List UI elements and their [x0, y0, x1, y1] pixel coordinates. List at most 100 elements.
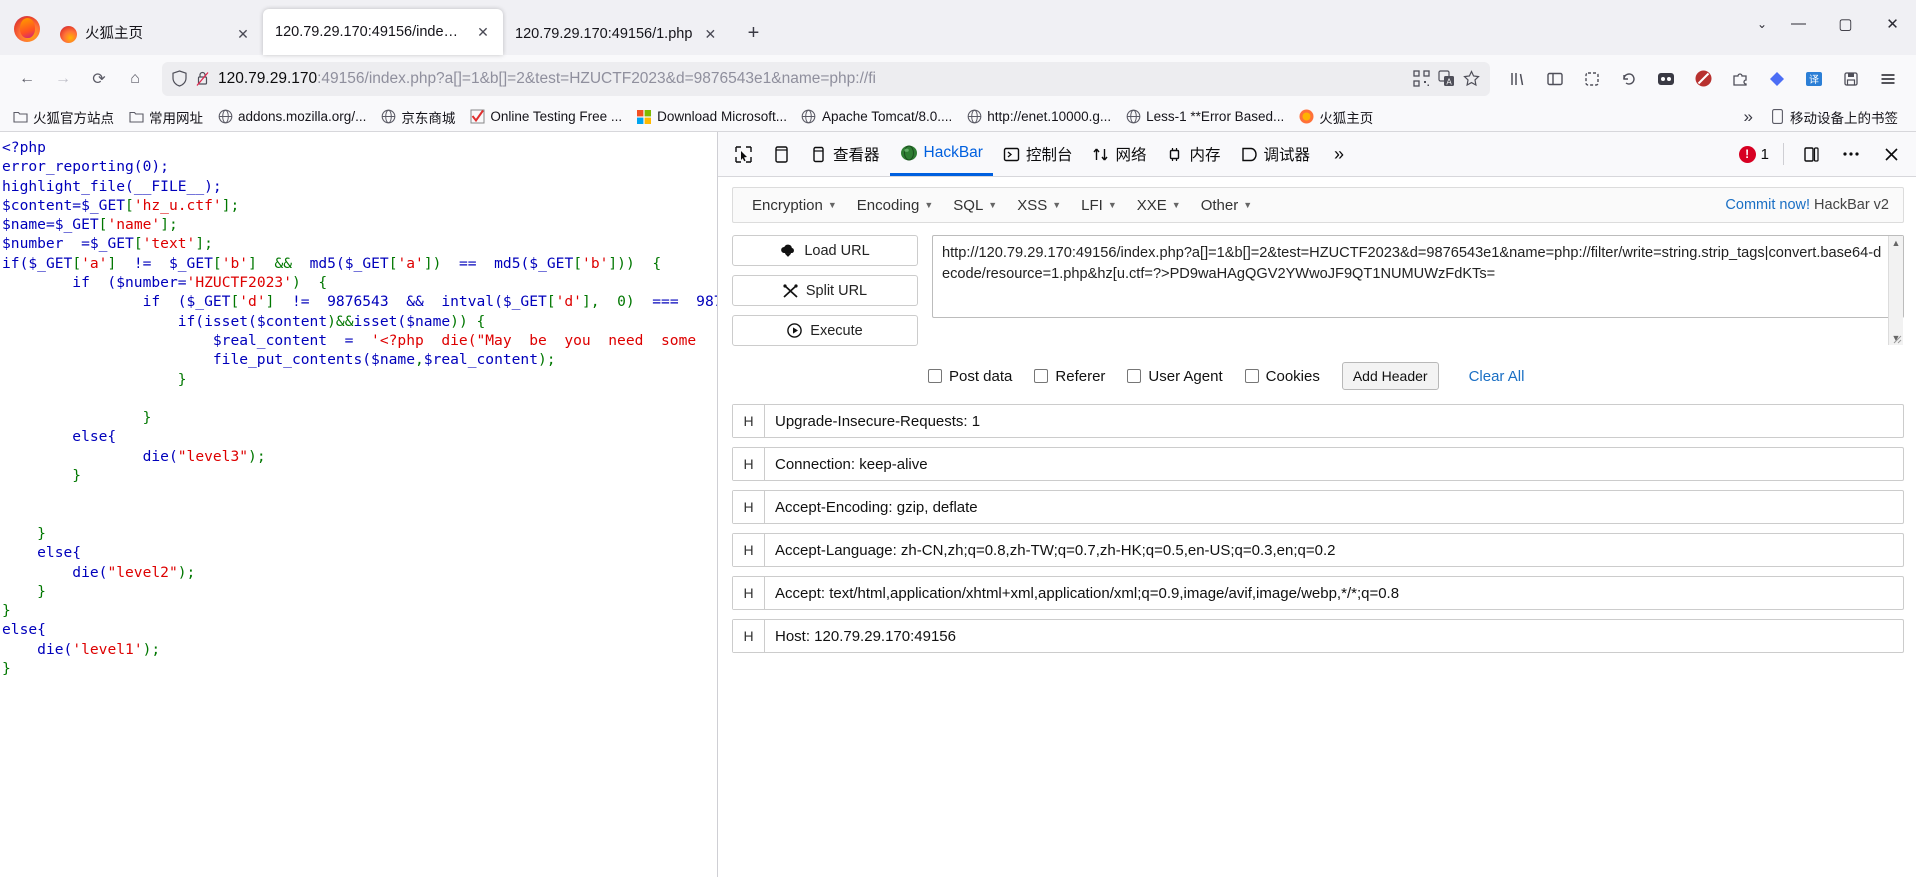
bookmark-star-icon[interactable] — [1463, 70, 1480, 87]
library-icon[interactable] — [1500, 62, 1536, 96]
code-token: $_GET — [502, 293, 547, 311]
browser-tab-2[interactable]: 120.79.29.170:49156/index.php?a ✕ — [263, 9, 503, 55]
hackbar-menu-xss[interactable]: XSS ▼ — [1008, 193, 1070, 218]
hackbar-menu-xxe[interactable]: XXE ▼ — [1128, 193, 1190, 218]
code-token: ( — [248, 312, 257, 330]
devtools-tab-inspector[interactable]: 查看器 — [800, 132, 890, 176]
undo-icon[interactable] — [1611, 62, 1647, 96]
extension-icon[interactable] — [1722, 62, 1758, 96]
code-token: ]; — [195, 235, 213, 253]
referer-checkbox[interactable]: Referer — [1034, 368, 1105, 385]
mobile-bookmarks-item[interactable]: 移动设备上的书签 — [1763, 104, 1904, 130]
error-count-badge[interactable]: ! 1 — [1733, 145, 1775, 163]
close-devtools-icon[interactable] — [1872, 136, 1910, 172]
bookmark-item-6[interactable]: Apache Tomcat/8.0.... — [795, 106, 958, 128]
back-button[interactable]: ← — [10, 62, 44, 96]
shield-icon[interactable] — [172, 70, 187, 87]
meatball-menu-icon[interactable] — [1832, 136, 1870, 172]
devtools-tabs-overflow-icon[interactable]: » — [1320, 136, 1358, 172]
bookmark-item-2[interactable]: addons.mozilla.org/... — [211, 106, 372, 128]
bookmark-item-3[interactable]: 京东商城 — [374, 104, 461, 130]
load-url-button[interactable]: Load URL — [732, 235, 918, 266]
split-url-button[interactable]: Split URL — [732, 275, 918, 306]
header-row[interactable]: H Accept-Language: zh-CN,zh;q=0.8,zh-TW;… — [732, 533, 1904, 567]
translate-ext-icon[interactable]: 译 — [1796, 62, 1832, 96]
devtools-tab-debugger[interactable]: 调试器 — [1231, 132, 1321, 176]
execute-button[interactable]: Execute — [732, 315, 918, 346]
new-tab-button[interactable]: + — [736, 16, 770, 50]
code-token: 'a' — [81, 254, 108, 272]
textarea-resize-handle[interactable] — [1893, 335, 1902, 344]
header-row[interactable]: H Host: 120.79.29.170:49156 — [732, 619, 1904, 653]
header-value[interactable]: Accept: text/html,application/xhtml+xml,… — [765, 577, 1903, 609]
bookmark-item-1[interactable]: 常用网址 — [122, 104, 209, 130]
textarea-scrollbar[interactable]: ▲ ▼ — [1888, 236, 1903, 345]
code-token: highlight_file — [2, 177, 126, 195]
qr-code-icon[interactable] — [1413, 70, 1430, 87]
globe-icon — [801, 109, 817, 125]
home-button[interactable]: ⌂ — [118, 62, 152, 96]
bookmark-label: 火狐官方站点 — [33, 110, 114, 126]
forward-button[interactable]: → — [46, 62, 80, 96]
bookmark-item-9[interactable]: 火狐主页 — [1292, 104, 1379, 130]
header-value[interactable]: Accept-Language: zh-CN,zh;q=0.8,zh-TW;q=… — [765, 534, 1903, 566]
clear-all-link[interactable]: Clear All — [1469, 368, 1525, 385]
tab-close-icon[interactable]: ✕ — [473, 22, 493, 42]
bookmark-item-4[interactable]: Online Testing Free ... — [463, 106, 628, 128]
header-row[interactable]: H Connection: keep-alive — [732, 447, 1904, 481]
commit-now-link[interactable]: Commit now! — [1725, 197, 1810, 213]
hackbar-menu-lfi[interactable]: LFI ▼ — [1072, 193, 1126, 218]
user-agent-checkbox[interactable]: User Agent — [1127, 368, 1223, 385]
header-value[interactable]: Host: 120.79.29.170:49156 — [765, 620, 1903, 652]
browser-tab-3[interactable]: 120.79.29.170:49156/1.php ✕ — [503, 13, 730, 55]
sidebar-icon[interactable] — [1537, 62, 1573, 96]
close-window-button[interactable]: ✕ — [1869, 4, 1916, 44]
header-value[interactable]: Connection: keep-alive — [765, 448, 1903, 480]
add-header-button[interactable]: Add Header — [1341, 362, 1439, 390]
browser-tab-1[interactable]: 火狐主页 ✕ — [48, 13, 263, 55]
reload-button[interactable]: ⟳ — [82, 62, 116, 96]
hackbar-menu-encoding[interactable]: Encoding ▼ — [848, 193, 942, 218]
devtools-tab-memory[interactable]: 内存 — [1156, 132, 1230, 176]
tab-close-icon[interactable]: ✕ — [233, 24, 253, 44]
hackbar-menu-encryption[interactable]: Encryption ▼ — [743, 193, 846, 218]
header-row[interactable]: H Accept-Encoding: gzip, deflate — [732, 490, 1904, 524]
bookmark-item-5[interactable]: Download Microsoft... — [630, 106, 793, 128]
bookmarks-overflow-icon[interactable]: » — [1744, 107, 1753, 127]
maximize-button[interactable]: ▢ — [1822, 4, 1869, 44]
header-row[interactable]: H Accept: text/html,application/xhtml+xm… — [732, 576, 1904, 610]
container-tab-icon[interactable] — [1574, 62, 1610, 96]
devtools-tab-console[interactable]: 控制台 — [993, 132, 1083, 176]
save-icon[interactable] — [1833, 62, 1869, 96]
tab-list-dropdown-icon[interactable]: ⌄ — [1757, 17, 1775, 31]
bookmark-item-0[interactable]: 火狐官方站点 — [6, 104, 120, 130]
devtools-tab-network[interactable]: 网络 — [1082, 132, 1156, 176]
hackbar-menu-sql[interactable]: SQL ▼ — [944, 193, 1006, 218]
pocket-icon[interactable] — [1648, 62, 1684, 96]
header-type-tag: H — [733, 405, 765, 437]
hamburger-menu-icon[interactable] — [1870, 62, 1906, 96]
hackbar-url-input[interactable]: http://120.79.29.170:49156/index.php?a[]… — [932, 235, 1904, 318]
minimize-button[interactable]: — — [1775, 4, 1822, 44]
translate-icon[interactable]: A — [1438, 70, 1455, 87]
scroll-up-arrow-icon[interactable]: ▲ — [1892, 238, 1901, 248]
post-data-checkbox[interactable]: Post data — [928, 368, 1012, 385]
header-value[interactable]: Accept-Encoding: gzip, deflate — [765, 491, 1903, 523]
code-token: $real_content — [423, 351, 539, 369]
cookies-checkbox[interactable]: Cookies — [1244, 368, 1320, 385]
responsive-design-icon[interactable] — [762, 136, 800, 172]
header-value[interactable]: Upgrade-Insecure-Requests: 1 — [765, 405, 1903, 437]
diamond-icon[interactable] — [1759, 62, 1795, 96]
header-row[interactable]: H Upgrade-Insecure-Requests: 1 — [732, 404, 1904, 438]
bookmark-item-7[interactable]: http://enet.10000.g... — [960, 106, 1117, 128]
tracking-blocked-icon[interactable] — [195, 70, 210, 87]
devtools-tab-hackbar[interactable]: HackBar — [889, 132, 993, 176]
bookmark-item-8[interactable]: Less-1 **Error Based... — [1119, 106, 1290, 128]
address-bar[interactable]: 120.79.29.170:49156/index.php?a[]=1&b[]=… — [162, 61, 1490, 96]
devtools-dock-icon[interactable] — [1792, 136, 1830, 172]
adblock-icon[interactable] — [1685, 62, 1721, 96]
element-picker-icon[interactable] — [724, 136, 762, 172]
tab-close-icon[interactable]: ✕ — [700, 24, 720, 44]
hackbar-menu-other[interactable]: Other ▼ — [1192, 193, 1261, 218]
tab-label: HackBar — [923, 143, 983, 161]
